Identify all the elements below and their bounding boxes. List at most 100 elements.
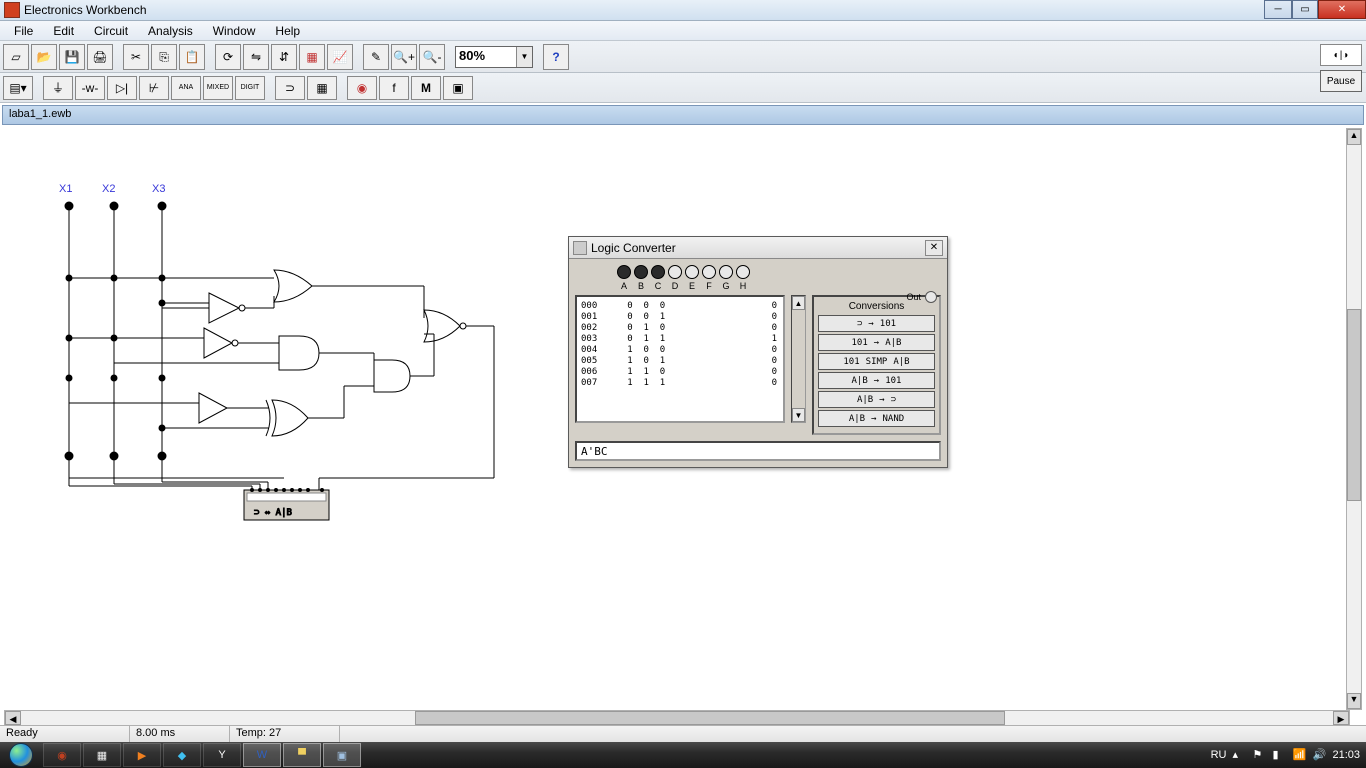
toolbar-main: ▱ 📂 💾 🖨 ✂ ⎘ 📋 ⟳ ⇋ ⇵ ▦ 📈 ✎ 🔍+ 🔍- 80% ▼ ? xyxy=(0,41,1366,73)
help-icon[interactable]: ? xyxy=(543,44,569,70)
sim-switch-icon[interactable]: ◐|◑ xyxy=(1320,44,1362,66)
zoom-combo[interactable]: 80% ▼ xyxy=(455,46,533,68)
tray-chevron-up-icon[interactable]: ▴ xyxy=(1232,748,1246,762)
digital-bin-icon[interactable]: DIGIT xyxy=(235,76,265,100)
status-ready: Ready xyxy=(0,726,130,742)
paste-icon[interactable]: 📋 xyxy=(179,44,205,70)
lc-dot-f[interactable] xyxy=(702,265,716,279)
lc-btn-expr-to-gate[interactable]: A|B⊃ xyxy=(818,391,935,408)
canvas-hscrollbar[interactable]: ◀ ▶ xyxy=(4,710,1350,726)
scroll-left-icon[interactable]: ◀ xyxy=(5,711,21,725)
lc-truth-table[interactable]: 000 001 002 003 004 005 006 007 0 0 0 0 … xyxy=(575,295,785,423)
lc-btn-table-to-expr[interactable]: 101A|B xyxy=(818,334,935,351)
windows-taskbar[interactable]: ◉ ▦ ▶ ◆ Y W ▀ ▣ RU ▴ ⚑ ▮ 📶 🔊 21:03 xyxy=(0,742,1366,768)
task-app-2[interactable]: ▦ xyxy=(83,743,121,767)
lc-btn-expr-to-nand[interactable]: A|BNAND xyxy=(818,410,935,427)
mixed-bin-icon[interactable]: MIXED xyxy=(203,76,233,100)
task-app-4[interactable]: ◆ xyxy=(163,743,201,767)
lc-dot-a[interactable] xyxy=(617,265,631,279)
diode-bin-icon[interactable]: ▷| xyxy=(107,76,137,100)
logic-converter-close-icon[interactable]: ✕ xyxy=(925,240,943,256)
logic-converter-titlebar[interactable]: Logic Converter ✕ xyxy=(569,237,947,259)
minimize-button[interactable]: ─ xyxy=(1264,0,1292,19)
tray-flag-icon[interactable]: ⚑ xyxy=(1252,748,1266,762)
indicator-bin-icon[interactable]: ◉ xyxy=(347,76,377,100)
maximize-button[interactable]: ▭ xyxy=(1292,0,1318,19)
rotate-icon[interactable]: ⟳ xyxy=(215,44,241,70)
tray-clock[interactable]: 21:03 xyxy=(1332,749,1360,761)
lc-dot-e[interactable] xyxy=(685,265,699,279)
select-tool-icon[interactable]: ▤▾ xyxy=(3,76,33,100)
menu-window[interactable]: Window xyxy=(203,22,266,40)
menu-help[interactable]: Help xyxy=(265,22,310,40)
task-app-explorer[interactable]: ▀ xyxy=(283,743,321,767)
window-controls: ─ ▭ ✕ xyxy=(1264,0,1366,19)
ic-bin-icon[interactable]: ▦ xyxy=(307,76,337,100)
lc-expression-field[interactable]: A'BC xyxy=(575,441,941,461)
control-bin-icon[interactable]: M xyxy=(411,76,441,100)
logic-converter-icon xyxy=(573,241,587,255)
open-icon[interactable]: 📂 xyxy=(31,44,57,70)
zoom-out-icon[interactable]: 🔍- xyxy=(419,44,445,70)
graph-icon[interactable]: 📈 xyxy=(327,44,353,70)
transistor-bin-icon[interactable]: ⊬ xyxy=(139,76,169,100)
vscroll-thumb[interactable] xyxy=(1347,309,1361,501)
logic-converter-window[interactable]: Logic Converter ✕ A B C xyxy=(568,236,948,468)
save-icon[interactable]: 💾 xyxy=(59,44,85,70)
canvas-area[interactable]: X1 X2 X3 xyxy=(4,128,1362,708)
menu-file[interactable]: File xyxy=(4,22,43,40)
subcircuit-icon[interactable]: ▦ xyxy=(299,44,325,70)
lc-btn-gate-to-table[interactable]: ⊃101 xyxy=(818,315,935,332)
pause-button[interactable]: Pause xyxy=(1320,70,1362,92)
sources-bin-icon[interactable]: ⏚ xyxy=(43,76,73,100)
zoom-in-icon[interactable]: 🔍+ xyxy=(391,44,417,70)
close-button[interactable]: ✕ xyxy=(1318,0,1366,19)
task-app-ewb[interactable]: ▣ xyxy=(323,743,361,767)
lc-scrollbar[interactable]: ▲ ▼ xyxy=(791,295,806,423)
scroll-right-icon[interactable]: ▶ xyxy=(1333,711,1349,725)
tray-network-icon[interactable]: 📶 xyxy=(1292,748,1306,762)
lc-dot-g[interactable] xyxy=(719,265,733,279)
menu-edit[interactable]: Edit xyxy=(43,22,84,40)
lc-btn-expr-to-table[interactable]: A|B101 xyxy=(818,372,935,389)
menu-circuit[interactable]: Circuit xyxy=(84,22,138,40)
misc-bin-icon[interactable]: f xyxy=(379,76,409,100)
lc-dot-c[interactable] xyxy=(651,265,665,279)
task-app-1[interactable]: ◉ xyxy=(43,743,81,767)
tray-volume-icon[interactable]: 🔊 xyxy=(1312,748,1326,762)
lc-dot-d[interactable] xyxy=(668,265,682,279)
probe-icon[interactable]: ✎ xyxy=(363,44,389,70)
scroll-up-icon[interactable]: ▲ xyxy=(792,296,805,310)
document-filename: laba1_1.ewb xyxy=(2,105,1364,125)
flip-v-icon[interactable]: ⇵ xyxy=(271,44,297,70)
analog-bin-icon[interactable]: ANA xyxy=(171,76,201,100)
toolbar-components: ▤▾ ⏚ -w- ▷| ⊬ ANA MIXED DIGIT ⊃ ▦ ◉ f M … xyxy=(0,73,1366,103)
lc-dot-h[interactable] xyxy=(736,265,750,279)
lc-dot-b[interactable] xyxy=(634,265,648,279)
tray-battery-icon[interactable]: ▮ xyxy=(1272,748,1286,762)
scroll-down-icon[interactable]: ▼ xyxy=(1347,693,1361,709)
print-icon[interactable]: 🖨 xyxy=(87,44,113,70)
start-button[interactable] xyxy=(0,742,42,768)
flip-h-icon[interactable]: ⇋ xyxy=(243,44,269,70)
tray-lang[interactable]: RU xyxy=(1211,749,1227,761)
zoom-value[interactable]: 80% xyxy=(456,47,516,67)
task-app-3[interactable]: ▶ xyxy=(123,743,161,767)
zoom-dropdown-icon[interactable]: ▼ xyxy=(516,47,532,67)
task-app-word[interactable]: W xyxy=(243,743,281,767)
scroll-down-icon[interactable]: ▼ xyxy=(792,408,805,422)
lc-btn-table-simp-expr[interactable]: 101SIMPA|B xyxy=(818,353,935,370)
instruments-bin-icon[interactable]: ▣ xyxy=(443,76,473,100)
menu-analysis[interactable]: Analysis xyxy=(138,22,203,40)
hscroll-thumb[interactable] xyxy=(415,711,1005,725)
copy-icon[interactable]: ⎘ xyxy=(151,44,177,70)
canvas-vscrollbar[interactable]: ▲ ▼ xyxy=(1346,128,1362,710)
new-icon[interactable]: ▱ xyxy=(3,44,29,70)
task-app-5[interactable]: Y xyxy=(203,743,241,767)
system-tray[interactable]: RU ▴ ⚑ ▮ 📶 🔊 21:03 xyxy=(1205,748,1366,762)
cut-icon[interactable]: ✂ xyxy=(123,44,149,70)
gates-bin-icon[interactable]: ⊃ xyxy=(275,76,305,100)
scroll-up-icon[interactable]: ▲ xyxy=(1347,129,1361,145)
lc-out-dot[interactable] xyxy=(925,291,937,303)
basic-bin-icon[interactable]: -w- xyxy=(75,76,105,100)
